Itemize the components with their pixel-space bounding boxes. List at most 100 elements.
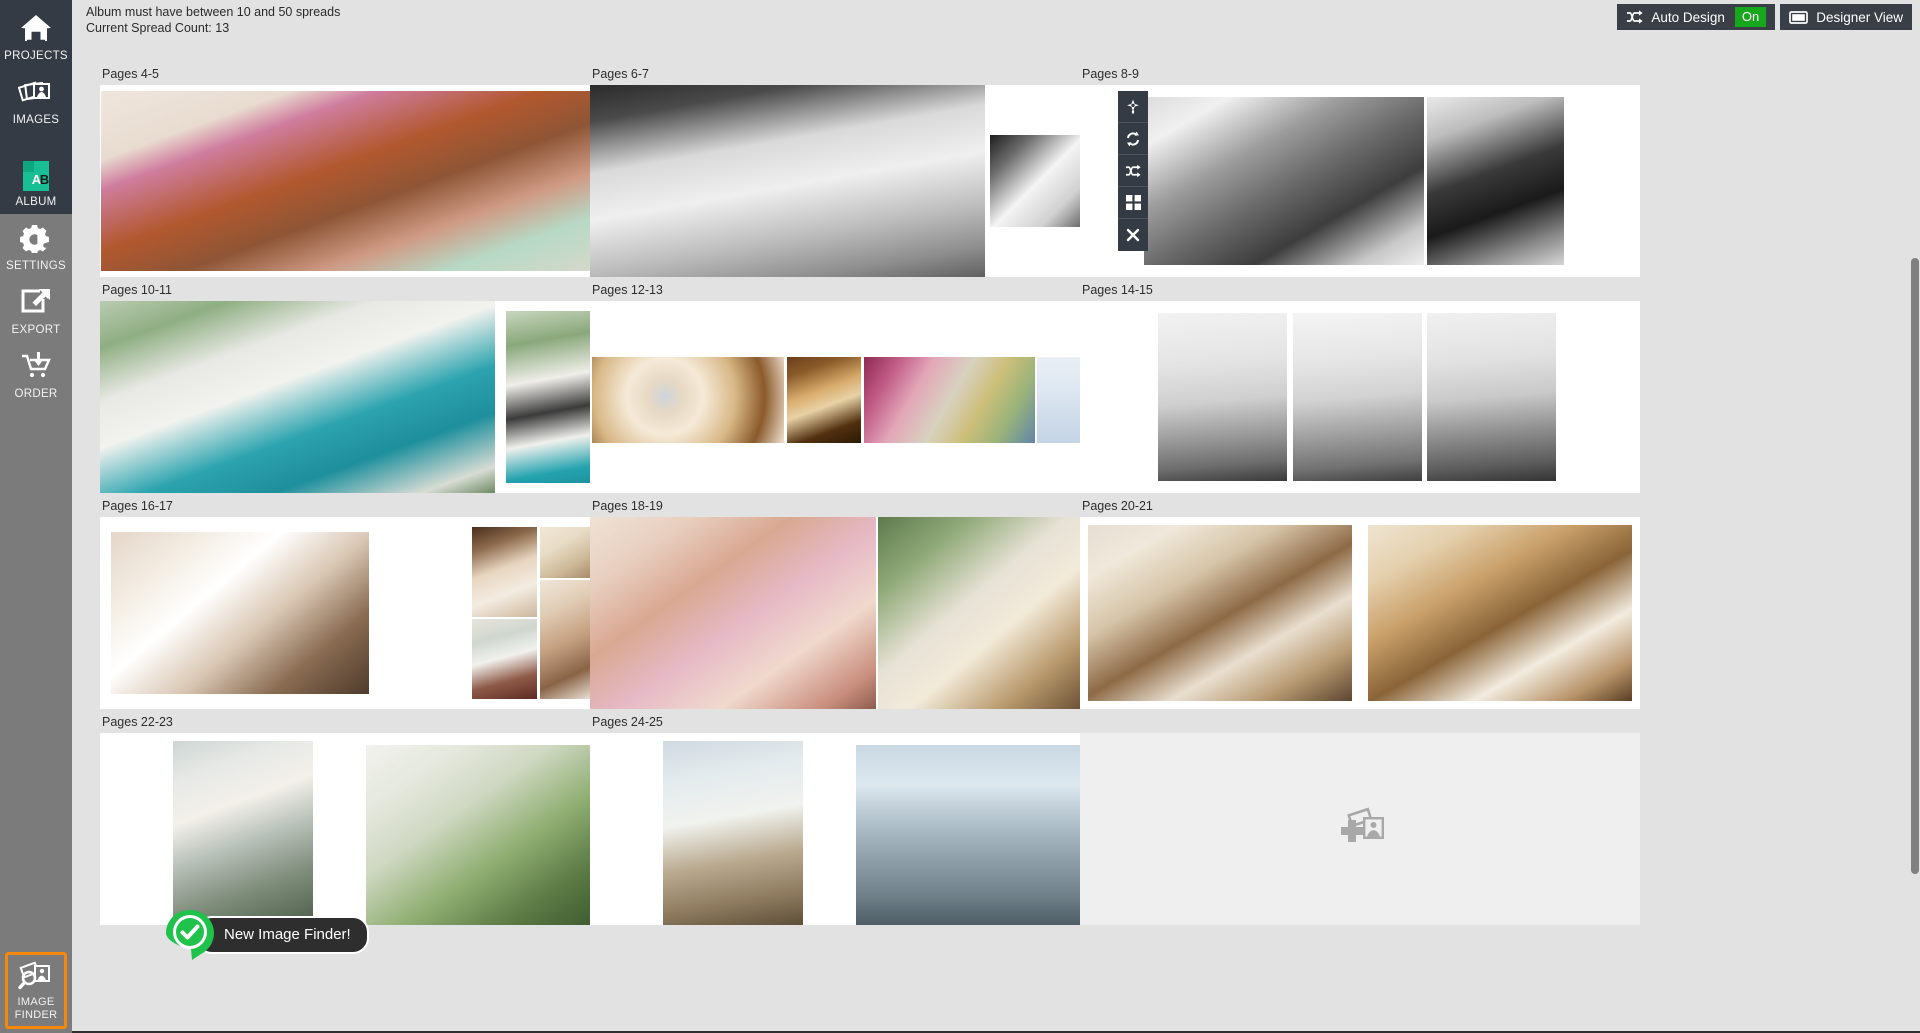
svg-text:B: B	[40, 172, 49, 187]
bride-portrait-veil-photo[interactable]	[472, 526, 537, 617]
sidebar-item-label: IMAGES	[12, 114, 60, 126]
sidebar-item-label: SETTINGS	[6, 260, 66, 272]
mother-and-bride-photo[interactable]	[590, 517, 876, 709]
sidebar: PROJECTS IMAGES A B ALBUM SETTINGS EXPOR…	[0, 0, 72, 1033]
auto-design-state-badge[interactable]: On	[1734, 7, 1767, 27]
top-bar-actions: Auto Design On Designer View	[1617, 4, 1912, 30]
gear-icon	[0, 223, 72, 257]
spread-s26-add[interactable]	[1080, 733, 1640, 925]
refresh-spread-button[interactable]	[1118, 123, 1148, 155]
album-ab-icon: A B	[0, 159, 72, 193]
photo-fill	[1158, 312, 1288, 482]
designer-view-button[interactable]: Designer View	[1780, 4, 1912, 30]
bride-at-door-photo[interactable]	[111, 532, 369, 694]
move-spread-button[interactable]	[1118, 91, 1148, 123]
spread-hover-toolbar[interactable]	[1118, 91, 1148, 251]
photo-fill	[172, 740, 313, 925]
checkmark-icon	[164, 909, 216, 961]
shuffle-spread-button[interactable]	[1118, 155, 1148, 187]
photo-fill	[111, 532, 369, 694]
ring-on-cork-photo[interactable]	[786, 356, 862, 444]
spread-s20-21[interactable]: Pages 20-21	[1080, 499, 1640, 709]
cart-icon	[0, 351, 72, 385]
sidebar-item-order[interactable]: ORDER	[0, 342, 72, 406]
father-child-bw-photo[interactable]	[1427, 96, 1565, 266]
necklace-on-stripes-photo[interactable]	[863, 356, 1035, 444]
spread-s24-25[interactable]: Pages 24-25	[590, 715, 1150, 925]
top-bar: Album must have between 10 and 50 spread…	[72, 0, 1920, 40]
spread-s10-11[interactable]: Pages 10-11	[100, 283, 660, 493]
spread-page-canvas[interactable]	[590, 85, 1150, 277]
spread-page-canvas[interactable]	[1080, 733, 1640, 925]
spread-page-canvas[interactable]	[1080, 517, 1640, 709]
groom-in-classic-car-photo[interactable]	[590, 85, 985, 277]
photo-fill	[1144, 96, 1425, 266]
spread-page-canvas[interactable]	[100, 733, 660, 925]
vertical-scrollbar-thumb[interactable]	[1911, 258, 1919, 875]
spread-label: Pages 8-9	[1082, 67, 1139, 81]
delete-spread-button[interactable]	[1118, 219, 1148, 251]
panel-icon	[1789, 10, 1809, 24]
vertical-scrollbar-track[interactable]	[1909, 40, 1920, 1033]
spread-page-canvas[interactable]	[1080, 301, 1640, 493]
bride-on-stairs-wide-photo[interactable]	[1088, 524, 1352, 702]
spread-s18-19[interactable]: Pages 18-19	[590, 499, 1150, 709]
spread-label: Pages 14-15	[1082, 283, 1153, 297]
photo-fill	[1427, 96, 1565, 266]
spread-label: Pages 18-19	[592, 499, 663, 513]
ring-in-rose-photo[interactable]	[591, 356, 784, 444]
bride-on-dock-photo[interactable]	[662, 740, 803, 925]
photo-fill	[662, 740, 803, 925]
spread-page-canvas[interactable]	[100, 517, 660, 709]
bride-on-porch-photo[interactable]	[172, 740, 313, 925]
spread-s14-15[interactable]: Pages 14-15	[1080, 283, 1640, 493]
spreads-canvas[interactable]: Pages 4-5 Pages 6-7 Pages 8-9 Pages 10-11 Pa…	[72, 40, 1920, 1033]
layout-spread-button[interactable]	[1118, 187, 1148, 219]
sidebar-item-projects[interactable]: PROJECTS	[0, 4, 72, 68]
spread-label: Pages 4-5	[102, 67, 159, 81]
bride-dancing-2-photo[interactable]	[1292, 312, 1422, 482]
sidebar-item-image-finder[interactable]: IMAGE FINDER	[5, 952, 67, 1029]
home-icon	[0, 13, 72, 47]
spread-page-canvas[interactable]	[100, 85, 660, 277]
spread-s8-9[interactable]: Pages 8-9	[1080, 67, 1640, 277]
photo-fill	[590, 517, 876, 709]
spread-s12-13[interactable]: Pages 12-13	[590, 283, 1150, 493]
sidebar-item-label: ORDER	[14, 388, 58, 400]
bride-dancing-1-photo[interactable]	[1158, 312, 1288, 482]
photo-fill	[786, 356, 862, 444]
spread-s16-17[interactable]: Pages 16-17	[100, 499, 660, 709]
bride-on-bed-photo[interactable]	[101, 90, 656, 272]
export-icon	[0, 287, 72, 321]
sidebar-item-album[interactable]: A B ALBUM	[0, 150, 72, 214]
spread-label: Pages 20-21	[1082, 499, 1153, 513]
spread-page-canvas[interactable]	[1080, 85, 1640, 277]
photo-fill	[100, 301, 495, 493]
spread-page-canvas[interactable]	[590, 733, 1150, 925]
spread-s4-5[interactable]: Pages 4-5	[100, 67, 660, 277]
spread-page-canvas[interactable]	[100, 301, 660, 493]
sidebar-item-label-line1: IMAGE	[17, 996, 55, 1008]
bride-dancing-3-photo[interactable]	[1427, 312, 1556, 482]
sidebar-item-settings[interactable]: SETTINGS	[0, 214, 72, 278]
photo-fill	[472, 618, 537, 700]
bride-hallway-photo[interactable]	[472, 618, 537, 700]
spread-s6-7[interactable]: Pages 6-7	[590, 67, 1150, 277]
groom-with-car-photo[interactable]	[100, 301, 495, 493]
sidebar-item-images[interactable]: IMAGES	[0, 68, 72, 132]
new-image-finder-badge[interactable]: New Image Finder!	[164, 909, 369, 961]
album-status-message: Album must have between 10 and 50 spread…	[86, 5, 340, 36]
bride-on-stairs-close-photo[interactable]	[1368, 524, 1632, 702]
sidebar-item-export[interactable]: EXPORT	[0, 278, 72, 342]
new-image-finder-tooltip-text: New Image Finder!	[196, 916, 369, 954]
photos-icon	[0, 77, 72, 111]
add-photos-icon	[1333, 806, 1387, 853]
mother-daughter-bw-photo[interactable]	[1144, 96, 1425, 266]
spread-label: Pages 22-23	[102, 715, 173, 729]
shuffle-icon	[1626, 10, 1643, 24]
spread-s22-23[interactable]: Pages 22-23	[100, 715, 660, 925]
photo-fill	[1088, 524, 1352, 702]
auto-design-toggle[interactable]: Auto Design On	[1617, 4, 1776, 30]
spread-page-canvas[interactable]	[590, 301, 1150, 493]
spread-page-canvas[interactable]	[590, 517, 1150, 709]
